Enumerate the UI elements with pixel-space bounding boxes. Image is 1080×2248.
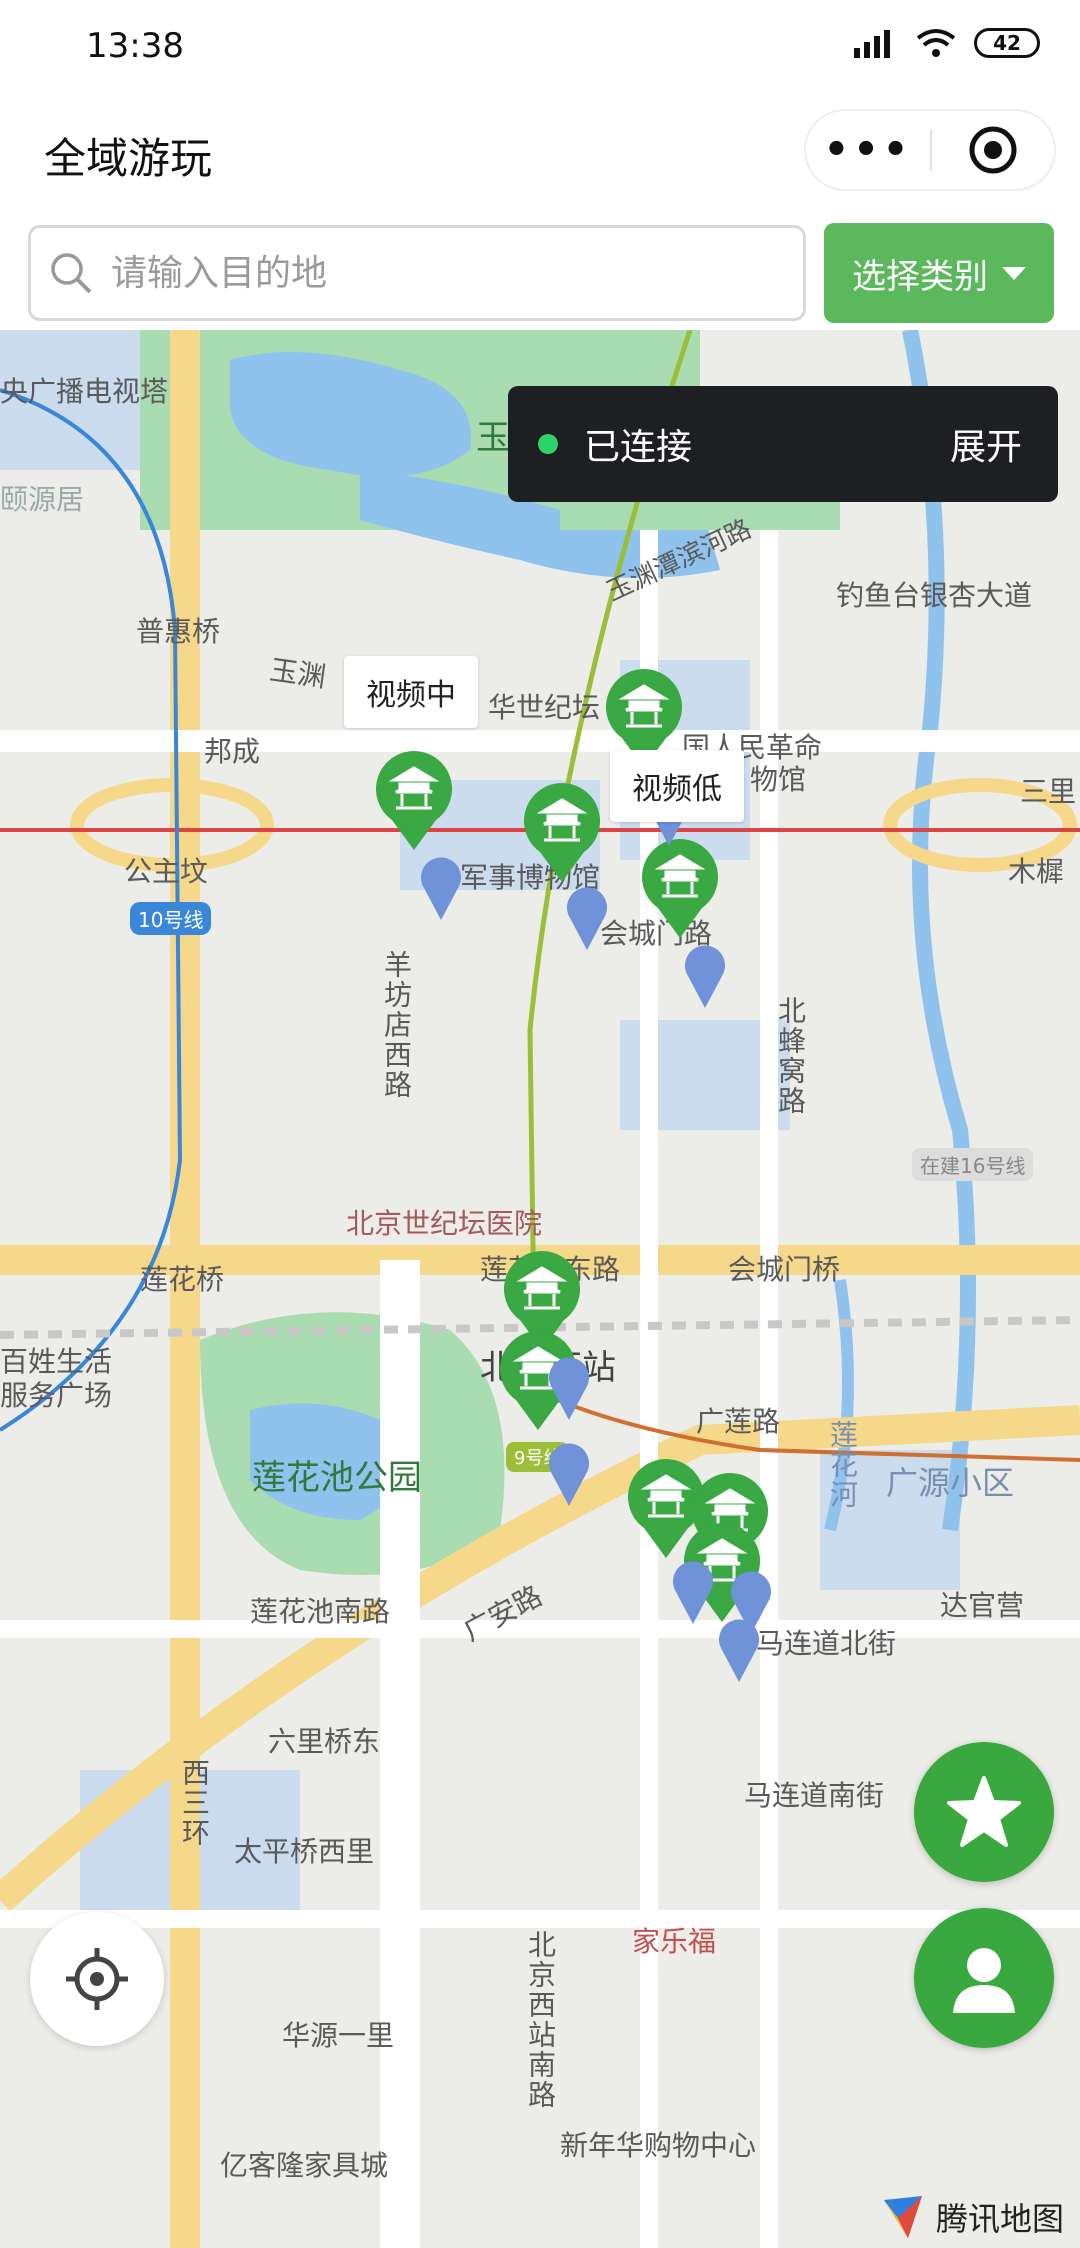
map-label: 颐源居 <box>0 483 85 516</box>
map-label: 马连道南街 <box>744 1779 885 1812</box>
signal-icon <box>854 30 890 58</box>
map-label: 莲花池南路 <box>250 1595 391 1628</box>
wifi-icon <box>916 29 956 57</box>
location-pin-marker[interactable] <box>716 1616 762 1682</box>
map-label: 木樨 <box>1008 855 1065 888</box>
battery-icon: 42 <box>974 28 1040 58</box>
map-label: 钓鱼台银杏大道 <box>836 579 1033 612</box>
map-label: 普惠桥 <box>136 615 221 648</box>
video-status-callout[interactable]: 视频低 <box>610 750 744 822</box>
map-label: 广源小区 <box>886 1464 1015 1502</box>
map-label: 西三环 <box>178 1758 211 1848</box>
map-label: 北京世纪坛医院 <box>346 1207 543 1240</box>
user-icon <box>953 1948 1015 2013</box>
status-bar: 13:38 42 <box>0 0 1080 95</box>
map-label: 莲花池公园 <box>252 1458 422 1498</box>
map-label: 莲花河 <box>826 1420 859 1510</box>
map-label: 央广播电视塔 <box>0 375 169 408</box>
line-10-badge: 10号线 <box>130 902 212 935</box>
search-row: 选择类别 <box>0 215 1080 330</box>
connection-bar: 已连接 展开 <box>508 386 1058 502</box>
brand-name: 腾讯地图 <box>935 2200 1064 2238</box>
map-label: 物馆 <box>750 763 807 796</box>
map-label: 广莲路 <box>696 1405 781 1438</box>
locate-me-button[interactable] <box>30 1912 164 2046</box>
video-status-callout[interactable]: 视频中 <box>344 656 478 728</box>
map-label: 达官营 <box>940 1589 1025 1622</box>
line-16-badge: 在建16号线 <box>912 1148 1034 1181</box>
location-pin-marker[interactable] <box>670 1558 716 1624</box>
scenic-spot-marker[interactable] <box>520 782 604 882</box>
category-select-button[interactable]: 选择类别 <box>824 223 1054 323</box>
status-time: 13:38 <box>86 26 184 66</box>
favorites-button[interactable] <box>914 1742 1054 1882</box>
location-pin-marker[interactable] <box>682 942 728 1008</box>
scenic-spot-marker[interactable] <box>372 750 456 850</box>
search-icon <box>51 253 92 294</box>
map-label: 新年华购物中心 <box>560 2129 757 2162</box>
map-label: 羊坊店西路 <box>380 950 413 1100</box>
expand-button[interactable]: 展开 <box>950 418 1022 470</box>
scenic-spot-marker[interactable] <box>638 838 722 938</box>
location-pin-marker[interactable] <box>564 884 610 950</box>
map-view[interactable]: 央广播电视塔 玉渊潭公园 颐源居 普惠桥 玉渊潭滨河路 钓鱼台银杏大道 玉渊 华… <box>0 330 1080 2248</box>
map-label: 北蜂窝路 <box>774 996 807 1116</box>
map-label: 太平桥西里 <box>234 1835 375 1868</box>
page-title: 全域游玩 <box>44 134 213 183</box>
crosshair-icon <box>66 1948 128 2010</box>
tencent-map-logo: 腾讯地图 <box>878 2192 1064 2242</box>
map-label: 家乐福 <box>632 1925 717 1958</box>
map-label: 亿客隆家具城 <box>220 2149 389 2182</box>
map-label: 三里 <box>1020 775 1077 808</box>
target-circle-icon[interactable] <box>932 125 1054 175</box>
connection-status: 已连接 <box>584 427 693 468</box>
map-label: 华世纪坛 <box>488 691 601 724</box>
search-box[interactable] <box>28 225 806 321</box>
map-label: 北京西站南路 <box>524 1930 557 2110</box>
map-label: 公主坟 <box>124 855 209 888</box>
location-pin-marker[interactable] <box>418 854 464 920</box>
map-label: 服务广场 <box>0 1379 113 1412</box>
profile-button[interactable] <box>914 1908 1054 2048</box>
map-label: 邦成 <box>204 735 261 768</box>
map-label: 会城门桥 <box>728 1253 841 1286</box>
map-label: 玉渊 <box>267 653 328 694</box>
star-icon <box>947 1776 1021 1847</box>
nav-bar: 全域游玩 ••• <box>0 95 1080 215</box>
caret-down-icon <box>1002 266 1026 280</box>
map-label: 六里桥东 <box>268 1725 381 1758</box>
location-pin-marker[interactable] <box>546 1354 592 1420</box>
map-label: 华源一里 <box>282 2019 395 2052</box>
location-pin-marker[interactable] <box>546 1440 592 1506</box>
search-input[interactable] <box>111 252 751 294</box>
map-label: 莲花桥 <box>140 1263 225 1296</box>
tencent-map-icon <box>883 2196 922 2238</box>
more-dots-icon[interactable]: ••• <box>806 130 930 170</box>
miniprogram-capsule: ••• <box>804 109 1056 191</box>
category-label: 选择类别 <box>852 256 988 297</box>
status-icons: 42 <box>854 28 1040 58</box>
connected-dot-icon <box>538 434 558 454</box>
map-label: 马连道北街 <box>756 1627 897 1660</box>
